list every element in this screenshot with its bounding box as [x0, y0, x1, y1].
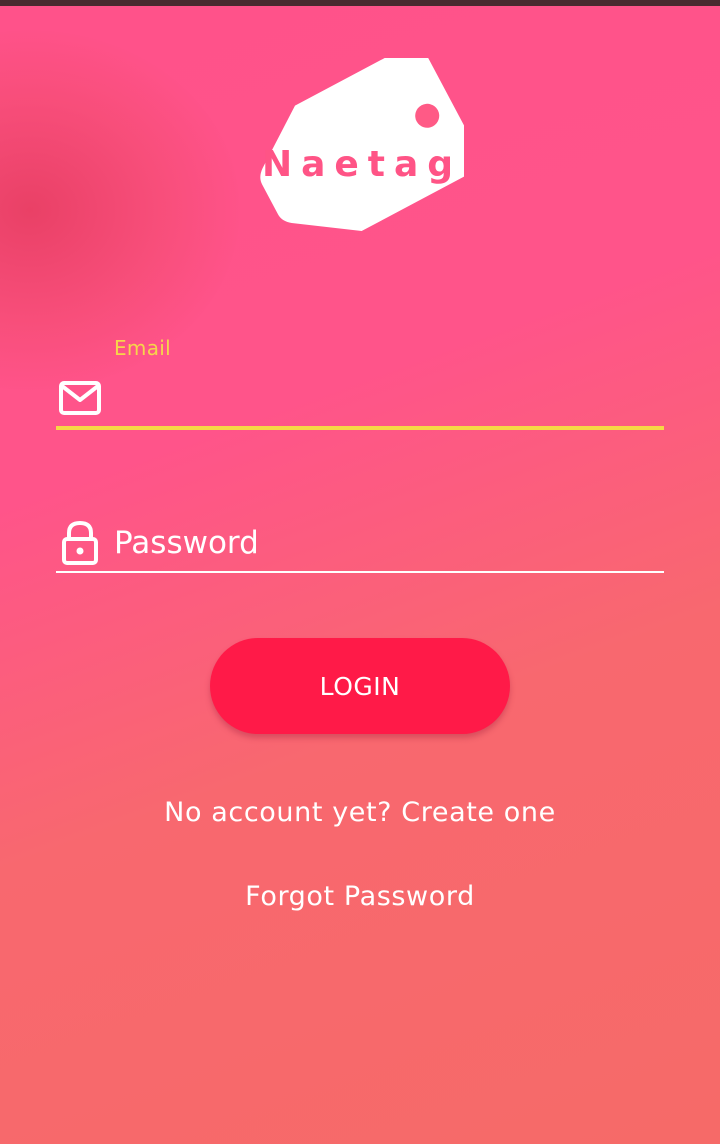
mail-icon: [58, 380, 102, 420]
login-button[interactable]: LOGIN: [210, 638, 510, 734]
naetag-logo: Naetag: [258, 58, 464, 244]
logo-brand-text: Naetag: [262, 144, 462, 185]
status-bar: [0, 0, 720, 6]
email-input[interactable]: [114, 378, 654, 418]
forgot-password-link[interactable]: Forgot Password: [0, 881, 720, 912]
login-screen: Naetag Email LOGIN No account yet? Creat…: [0, 0, 720, 1144]
lock-icon: [58, 520, 102, 570]
email-label: Email: [114, 336, 171, 360]
password-field[interactable]: [56, 510, 664, 576]
email-field[interactable]: Email: [56, 330, 664, 432]
email-underline: [56, 426, 664, 430]
password-underline: [56, 571, 664, 573]
password-input[interactable]: [114, 522, 654, 564]
create-account-link[interactable]: No account yet? Create one: [0, 797, 720, 828]
